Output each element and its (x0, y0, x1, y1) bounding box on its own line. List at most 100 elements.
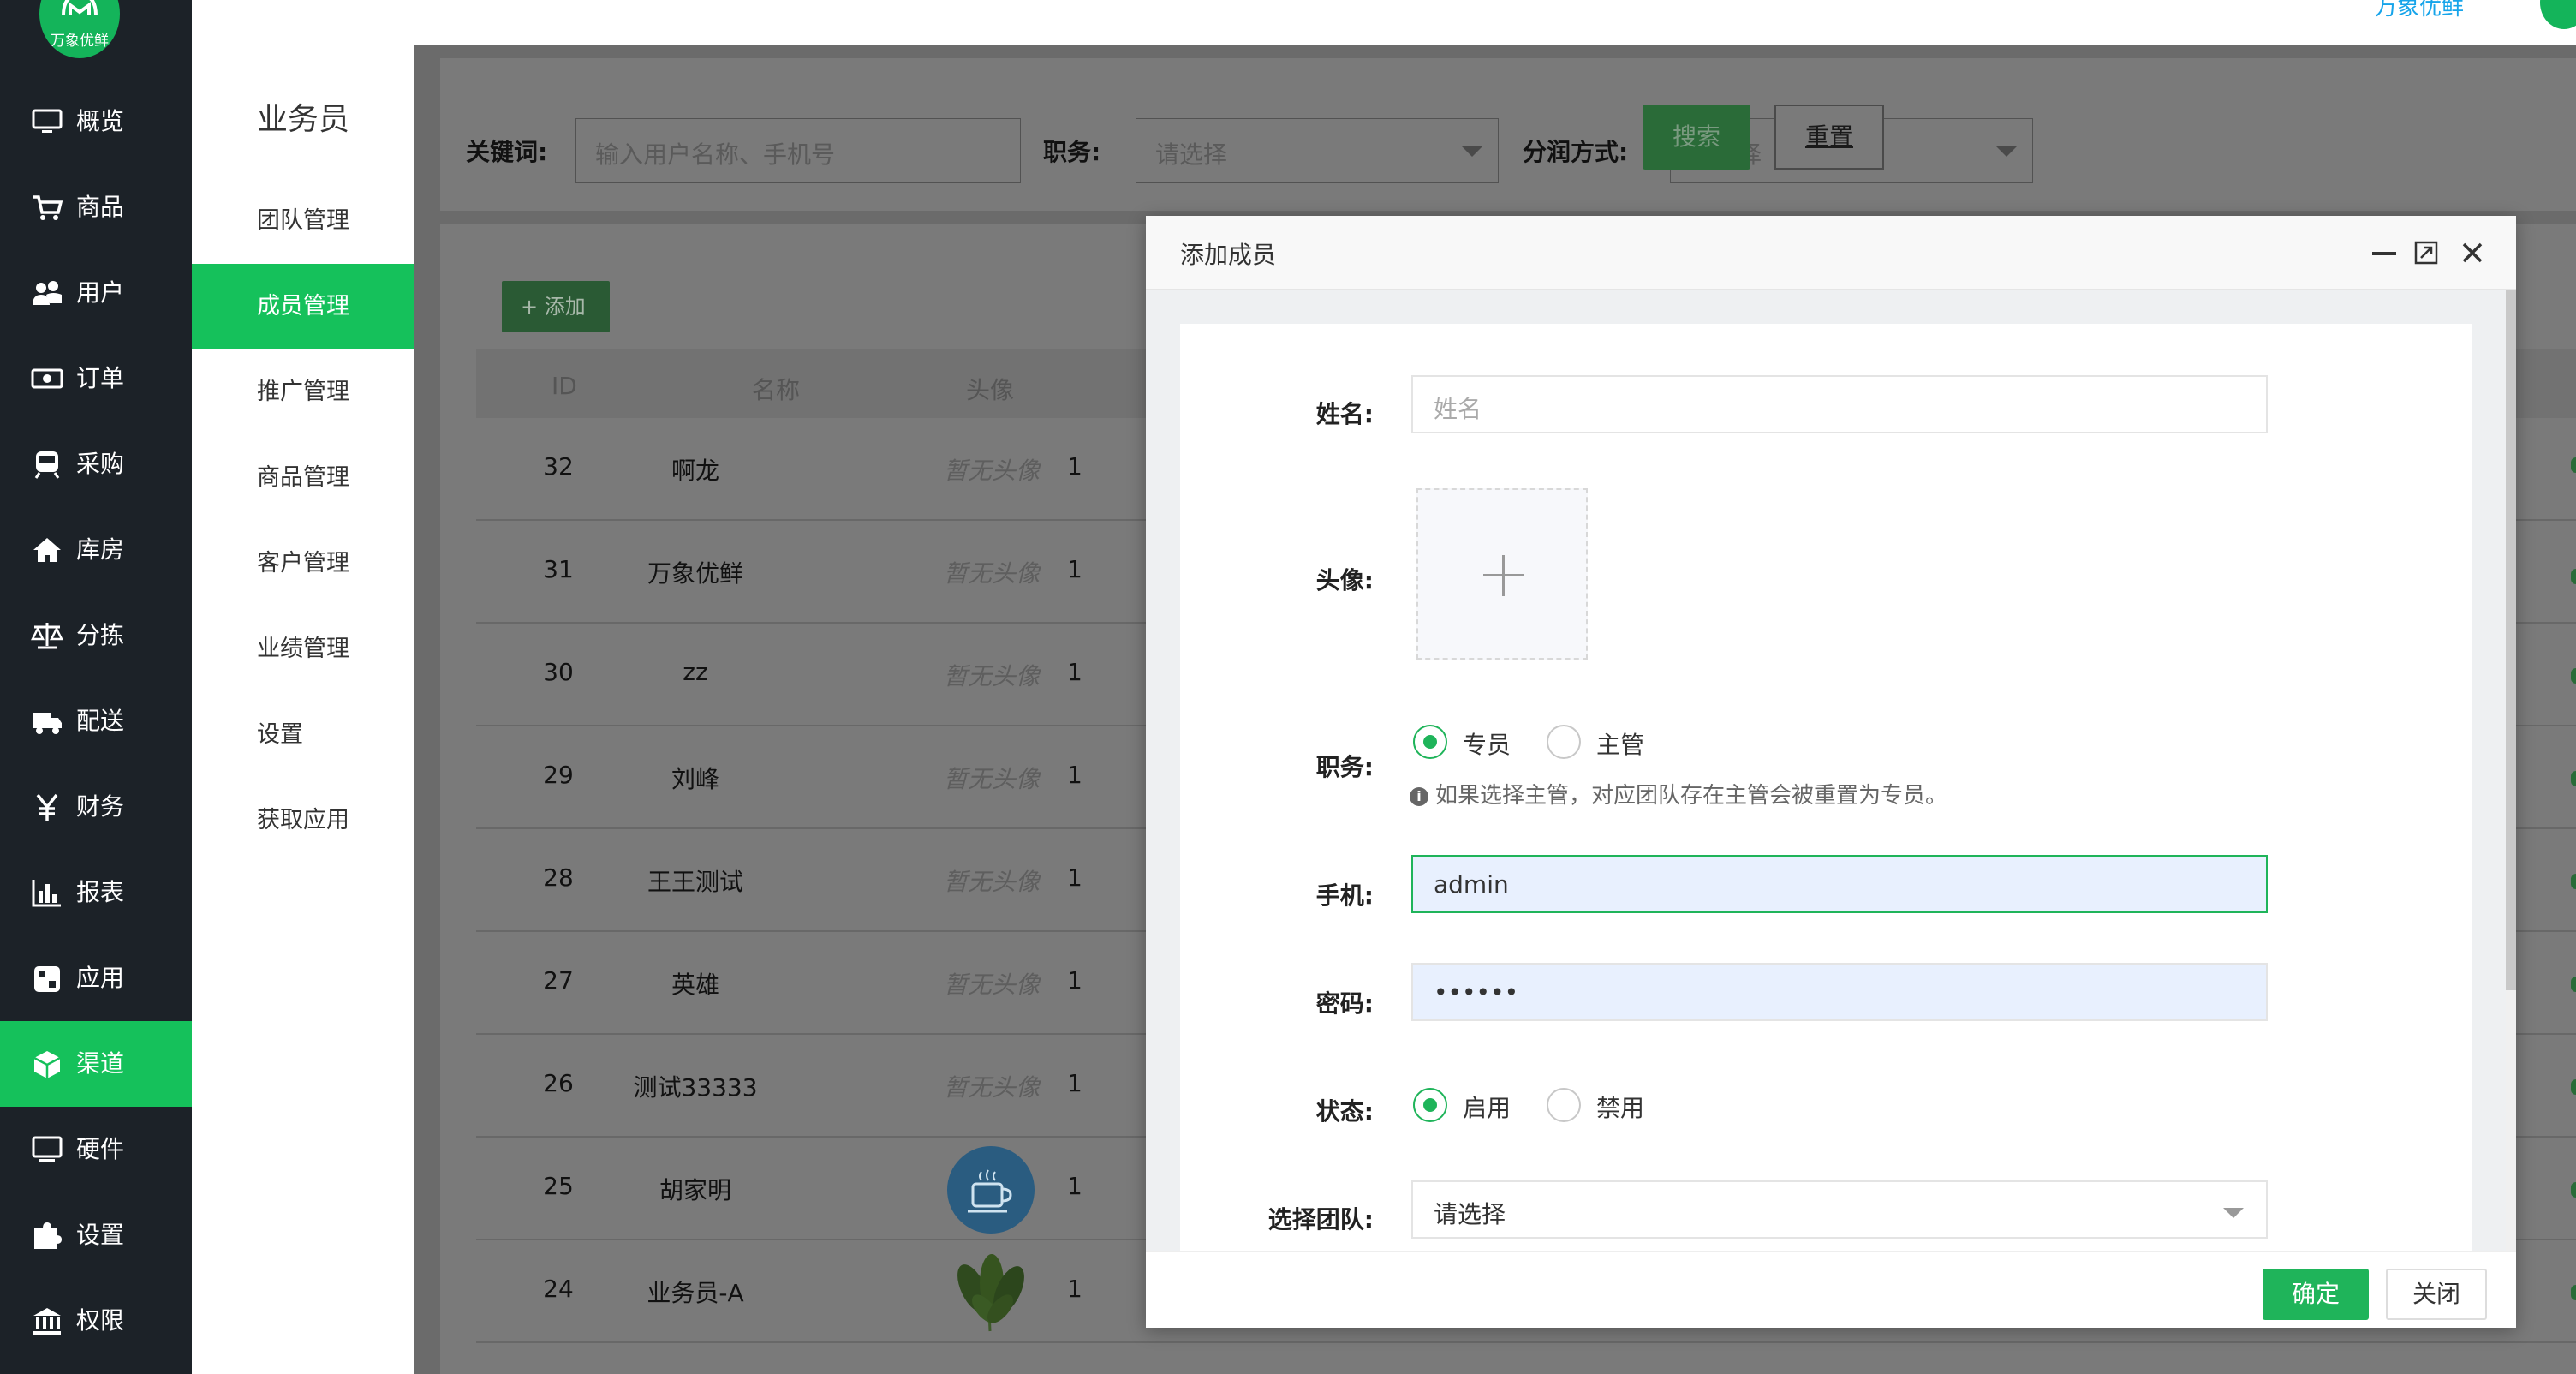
truck-icon (33, 713, 62, 734)
submenu-item-7[interactable]: 获取应用 (192, 778, 414, 863)
nav-item-13[interactable]: 设置 (0, 1192, 192, 1278)
submenu-item-3[interactable]: 商品管理 (192, 435, 414, 521)
role-hint-text: 如果选择主管，对应团队存在主管会被重置为专员。 (1435, 783, 1948, 809)
role-select[interactable]: 请选择 (1136, 118, 1499, 183)
team-select[interactable]: 请选择 (1411, 1180, 2268, 1239)
status-radio-disabled[interactable] (1547, 1088, 1581, 1122)
close-button[interactable]: 关闭 (2386, 1269, 2487, 1320)
nav-item-label: 设置 (76, 1221, 125, 1249)
team-select-value: 请选择 (1434, 1200, 1506, 1228)
row-action-dot[interactable] (2571, 977, 2576, 992)
row-action-dot[interactable] (2571, 1285, 2576, 1300)
role-option-manager[interactable]: 主管 (1596, 726, 1644, 761)
name-placeholder: 姓名 (1434, 395, 1482, 423)
scrollbar-thumb[interactable] (2506, 290, 2516, 990)
dialog-title: 添加成员 (1180, 241, 1277, 269)
dialog-scrollbar[interactable] (2506, 290, 2516, 1251)
cell-truncated: 1 (1067, 658, 1082, 686)
nav-item-label: 权限 (76, 1306, 125, 1335)
nav-item-5[interactable]: 库房 (0, 507, 192, 593)
row-action-dot[interactable] (2571, 1079, 2576, 1095)
row-action-dot[interactable] (2571, 771, 2576, 786)
cell-name: 业务员-A (647, 1279, 744, 1307)
reset-button[interactable]: 重置 (1774, 105, 1884, 170)
nav-item-label: 商品 (76, 193, 125, 221)
nav-item-10[interactable]: 应用 (0, 935, 192, 1021)
role-filter-label: 职务: (1043, 138, 1101, 166)
role-radio-specialist[interactable] (1413, 725, 1447, 759)
nav-item-label: 用户 (76, 278, 125, 307)
row-action-dot[interactable] (2571, 457, 2576, 473)
add-member-button[interactable]: + 添加 (502, 281, 610, 332)
bar-chart-icon (32, 880, 61, 907)
nav-item-7[interactable]: 配送 (0, 678, 192, 764)
brand-link[interactable]: 万象优鲜 (2375, 0, 2464, 21)
cube-icon (33, 1051, 61, 1078)
avatar-upload[interactable] (1416, 488, 1588, 660)
submenu-item-label: 客户管理 (257, 550, 349, 576)
cell-truncated: 1 (1067, 1275, 1082, 1303)
close-icon[interactable] (2460, 240, 2485, 266)
phone-input[interactable]: admin (1411, 855, 2268, 913)
submenu-item-6[interactable]: 设置 (192, 692, 414, 778)
info-icon: i (1410, 787, 1428, 806)
top-header (192, 0, 2576, 45)
submenu-item-5[interactable]: 业绩管理 (192, 606, 414, 692)
row-action-dot[interactable] (2571, 1182, 2576, 1198)
maximize-icon[interactable] (2413, 240, 2439, 266)
nav-item-3[interactable]: 订单 (0, 336, 192, 421)
password-input[interactable]: •••••• (1411, 963, 2268, 1021)
submenu-item-label: 获取应用 (257, 807, 349, 833)
submenu-item-4[interactable]: 客户管理 (192, 521, 414, 606)
cell-truncated: 1 (1067, 452, 1082, 481)
submenu-item-2[interactable]: 推广管理 (192, 349, 414, 435)
nav-item-label: 配送 (76, 707, 125, 735)
nav-item-12[interactable]: 硬件 (0, 1107, 192, 1192)
header-name: 名称 (752, 376, 801, 404)
submenu-item-0[interactable]: 团队管理 (192, 178, 414, 264)
submenu-item-label: 团队管理 (257, 207, 349, 234)
minimize-icon[interactable] (2372, 252, 2396, 255)
confirm-button[interactable]: 确定 (2263, 1269, 2369, 1320)
role-option-specialist[interactable]: 专员 (1463, 726, 1511, 761)
nav-item-0[interactable]: 概览 (0, 79, 192, 164)
no-avatar-text: 暂无头像 (943, 1073, 1040, 1102)
nav-item-label: 概览 (76, 107, 125, 135)
status-option-disabled[interactable]: 禁用 (1596, 1090, 1644, 1124)
nav-item-11[interactable]: 渠道 (0, 1021, 192, 1107)
search-button[interactable]: 搜索 (1643, 105, 1750, 170)
nav-item-6[interactable]: 分拣 (0, 593, 192, 678)
dialog-footer: 确定 关闭 (1146, 1251, 2516, 1328)
desktop-icon (32, 1136, 63, 1162)
cell-name: 刘峰 (671, 765, 719, 793)
name-input[interactable]: 姓名 (1411, 375, 2268, 433)
no-avatar-text: 暂无头像 (943, 971, 1040, 999)
status-radio-enabled[interactable] (1413, 1088, 1447, 1122)
no-avatar-text: 暂无头像 (943, 868, 1040, 896)
cell-name: 测试33333 (633, 1073, 758, 1102)
cell-truncated: 1 (1067, 1069, 1082, 1097)
nav-item-14[interactable]: 权限 (0, 1278, 192, 1364)
nav-item-1[interactable]: 商品 (0, 164, 192, 250)
cell-name: zz (683, 658, 708, 686)
password-value: •••••• (1434, 978, 1519, 1007)
nav-item-label: 渠道 (76, 1049, 125, 1078)
row-action-dot[interactable] (2571, 668, 2576, 684)
nav-item-8[interactable]: 财务 (0, 764, 192, 850)
status-option-enabled[interactable]: 启用 (1463, 1090, 1511, 1124)
row-action-dot[interactable] (2571, 874, 2576, 889)
nav-item-4[interactable]: 采购 (0, 421, 192, 507)
submenu-item-label: 成员管理 (257, 293, 349, 320)
role-radio-manager[interactable] (1547, 725, 1581, 759)
row-action-dot[interactable] (2571, 569, 2576, 584)
keyword-input[interactable]: 输入用户名称、手机号 (575, 118, 1021, 183)
monitor-icon (32, 109, 63, 133)
no-avatar-text: 暂无头像 (943, 559, 1040, 588)
secondary-menu: 业务员 团队管理 成员管理 推广管理 商品管理 客户管理 业绩管理 设置 获取应用 (192, 45, 414, 1374)
header-avatar: 头像 (966, 376, 1015, 404)
nav-item-9[interactable]: 报表 (0, 850, 192, 935)
submenu-item-1[interactable]: 成员管理 (192, 264, 414, 349)
nav-item-2[interactable]: 用户 (0, 250, 192, 336)
brand-logo[interactable]: 万象优鲜 (39, 0, 120, 58)
train-icon (34, 451, 60, 479)
